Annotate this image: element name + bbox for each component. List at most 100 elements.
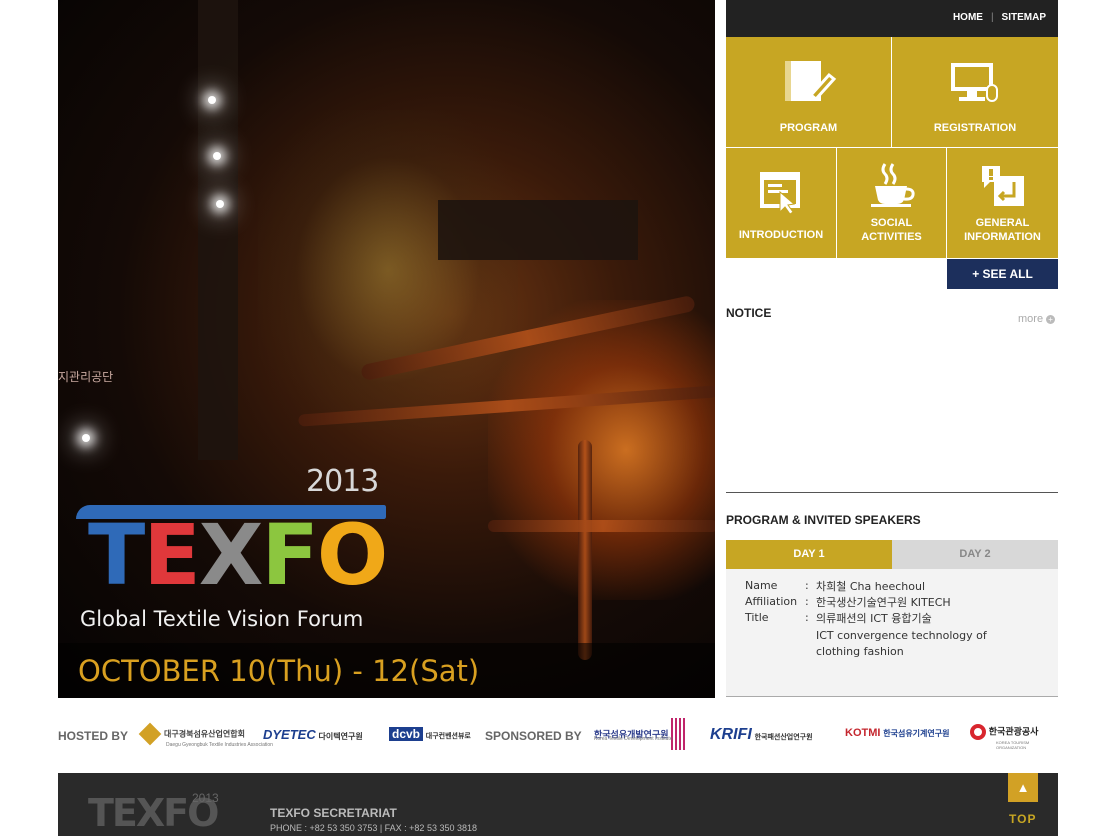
speaker-affiliation: 한국생산기술연구원 KITECH <box>816 596 951 609</box>
see-all-button[interactable]: + SEE ALL <box>947 259 1058 289</box>
host-logo-dcvb[interactable]: dcvb 대구컨벤션뷰로 <box>389 727 471 741</box>
sponsor-logo-krifi[interactable]: KRIFI 한국패션산업연구원 <box>710 726 813 744</box>
sponsor-sub: 한국섬유기계연구원 <box>883 729 950 738</box>
speaker-affiliation-row: Affiliation : 한국생산기술연구원 KITECH <box>745 595 1058 611</box>
footer: TEXFO 2013 TEXFO SECRETARIAT PHONE : +82… <box>58 773 1058 836</box>
tab-day-1[interactable]: DAY 1 <box>726 540 892 569</box>
program-document-icon <box>784 61 836 102</box>
footer-year: 2013 <box>192 791 219 805</box>
notice-more-link[interactable]: more + <box>1018 313 1056 325</box>
hero-tagline: Global Textile Vision Forum <box>80 607 364 631</box>
host-sub: Daegu Gyeongbuk Textile Industries Assoc… <box>166 742 273 748</box>
notice-heading: NOTICE <box>726 306 772 320</box>
hero-tower <box>198 0 238 460</box>
host-name: dcvb <box>389 727 424 741</box>
tile-label-line1: SOCIAL <box>870 217 913 229</box>
sponsor-logo-kotmi[interactable]: KOTMI 한국섬유기계연구원 <box>845 727 949 739</box>
tile-label-line1: GENERAL <box>975 217 1030 229</box>
title-label: Title <box>745 611 769 624</box>
divider <box>726 492 1058 493</box>
sponsor-sub: Korea Textile Development Institute <box>594 736 673 742</box>
logo-letter: E <box>143 506 200 604</box>
speaker-title-en: ICT convergence technology of clothing f… <box>816 629 987 658</box>
texfo-logo: TEXFO <box>76 505 396 605</box>
name-label: Name <box>745 579 778 592</box>
colon: : <box>805 595 809 608</box>
diamond-logo-icon <box>138 722 162 746</box>
introduction-window-icon <box>760 172 800 215</box>
host-logo-dgtia[interactable]: 대구경북섬유산업연합회 Daegu Gyeongbuk Textile Indu… <box>138 722 273 748</box>
footer-title: TEXFO SECRETARIAT <box>270 806 397 820</box>
affiliation-label: Affiliation <box>745 595 798 608</box>
sponsor-sub: 한국패션산업연구원 <box>754 734 813 741</box>
sponsor-name: KOTMI <box>845 727 881 739</box>
tile-label-line2: INFORMATION <box>964 231 1041 243</box>
coffee-cup-icon <box>870 163 915 207</box>
hero-banner: 지관리공단 2013 TEXFO Global Textile Vision F… <box>58 0 715 698</box>
hero-light <box>213 152 221 160</box>
speaker-title-ko: 의류패션의 ICT 융합기술 <box>816 612 932 625</box>
hero-pipe <box>578 440 592 660</box>
more-label: more <box>1018 313 1044 325</box>
sponsor-logo-kotdi[interactable]: 한국섬유개발연구원 Korea Textile Development Inst… <box>594 718 686 750</box>
menu-tile-introduction[interactable]: INTRODUCTION <box>726 148 836 258</box>
plus-icon: + <box>1046 314 1056 324</box>
top-nav-bar: HOME | SITEMAP <box>726 0 1058 37</box>
hero-light <box>208 96 216 104</box>
hero-dates: OCTOBER 10(Thu) - 12(Sat) <box>58 643 715 698</box>
hero-year: 2013 <box>306 464 379 499</box>
tile-label: REGISTRATION <box>933 122 1017 134</box>
tile-label: INTRODUCTION <box>738 229 824 241</box>
hosted-by-label: HOSTED BY <box>58 729 129 743</box>
hero-light <box>216 200 224 208</box>
speaker-name: 차희철 Cha heechoul <box>816 580 926 593</box>
colon: : <box>805 611 809 624</box>
computer-monitor-icon <box>951 63 998 102</box>
logo-letter: X <box>198 506 264 604</box>
menu-tile-social-activities[interactable]: SOCIAL ACTIVITIES <box>837 148 946 258</box>
kto-circle-logo-icon <box>970 724 986 740</box>
menu-tile-general-information[interactable]: GENERAL INFORMATION <box>947 148 1058 258</box>
speaker-title-row: Title : 의류패션의 ICT 융합기술 ICT convergence t… <box>745 611 1058 661</box>
tile-label-line2: ACTIVITIES <box>861 231 922 243</box>
footer-contact: PHONE : +82 53 350 3753 | FAX : +82 53 3… <box>270 823 477 833</box>
sponsor-name: KRIFI <box>710 726 752 743</box>
day-tabs: DAY 1 DAY 2 <box>726 540 1058 569</box>
top-links: HOME | SITEMAP <box>953 12 1046 23</box>
stripes-logo-icon <box>671 718 686 750</box>
menu-tile-program[interactable]: PROGRAM <box>726 37 891 147</box>
logo-letter: T <box>88 506 145 604</box>
tab-day-2[interactable]: DAY 2 <box>892 540 1058 569</box>
menu-tile-registration[interactable]: REGISTRATION <box>892 37 1058 147</box>
sponsor-name: 한국관광공사 <box>988 726 1039 737</box>
hero-light <box>82 434 90 442</box>
general-info-icon <box>981 166 1024 206</box>
hero-structure-light <box>258 110 518 430</box>
page: 지관리공단 2013 TEXFO Global Textile Vision F… <box>0 0 1116 836</box>
host-name: DYETEC <box>263 727 316 742</box>
sitemap-link[interactable]: SITEMAP <box>1002 12 1046 23</box>
host-sub: 다이텍연구원 <box>318 732 363 741</box>
program-heading: PROGRAM & INVITED SPEAKERS <box>726 513 921 527</box>
sponsor-sub: KOREA TOURISM ORGANIZATION <box>996 740 1030 750</box>
sponsored-by-label: SPONSORED BY <box>485 729 582 743</box>
host-sub: 대구컨벤션뷰로 <box>425 733 471 740</box>
logo-letter: F <box>261 506 318 604</box>
host-name: 대구경북섬유산업연합회 <box>164 729 245 739</box>
sponsor-strip: HOSTED BY 대구경북섬유산업연합회 Daegu Gyeongbuk Te… <box>58 712 1058 756</box>
chevron-up-icon: ▲ <box>1016 780 1030 795</box>
hero-pipe <box>488 520 715 532</box>
hero-sign-text: 지관리공단 <box>58 370 114 384</box>
scroll-top-button[interactable]: ▲ <box>1008 773 1038 802</box>
hero-beam <box>438 200 638 260</box>
colon: : <box>805 579 809 592</box>
logo-letter: O <box>316 506 388 604</box>
host-logo-dyetec[interactable]: DYETEC 다이텍연구원 <box>263 727 363 742</box>
sponsor-logo-kto[interactable]: 한국관광공사 KOREA TOURISM ORGANIZATION <box>970 724 1058 750</box>
logo-letters: TEXFO <box>88 505 388 605</box>
top-label[interactable]: TOP <box>1009 812 1036 826</box>
speaker-card: Name : 차희철 Cha heechoul Affiliation : 한국… <box>726 569 1058 697</box>
home-link[interactable]: HOME <box>953 12 983 23</box>
link-separator: | <box>990 12 994 23</box>
tile-label: PROGRAM <box>779 122 838 134</box>
